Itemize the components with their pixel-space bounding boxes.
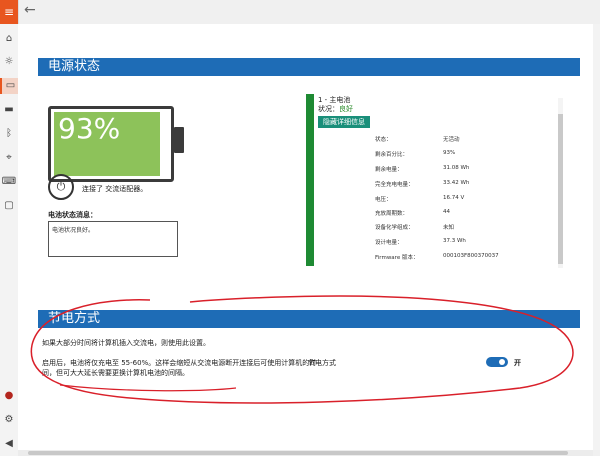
condition-value: 良好 [339, 105, 353, 113]
detail-key: 充放周期数： [375, 211, 409, 217]
main-content: 电源状态 93% ⏻ 连接了 交流适配器。 电池状态消息： 电池状况良好。 1 … [18, 24, 593, 450]
user-icon[interactable]: ● [1, 388, 17, 404]
feedback-icon[interactable]: ◀ [1, 436, 17, 452]
power-saving-label: 节电方式 [308, 359, 336, 367]
detail-row: 剩余电量： 31.08 Wh [375, 165, 565, 175]
detail-value: 33.42 Wh [443, 180, 470, 186]
toggle-knob [499, 359, 505, 365]
page-scrollbar[interactable] [593, 24, 600, 450]
hamburger-menu-icon[interactable]: ≡ [0, 0, 18, 24]
detail-key: 设计电量： [375, 240, 403, 246]
detail-key: 剩余电量： [375, 167, 403, 173]
home-icon[interactable]: ⌂ [1, 31, 17, 47]
title-bar: ← [18, 0, 600, 24]
power-saving-toggle[interactable] [486, 357, 508, 367]
detail-value: 16.74 V [443, 195, 465, 201]
hide-details-button[interactable]: 隐藏详细信息 [318, 116, 370, 128]
power-saving-description: 启用后，电池将仅充电至 55-60%。这样会缩短从交流电源断开连接后可使用计算机… [42, 359, 317, 377]
detail-row: 电压： 16.74 V [375, 195, 565, 205]
battery-percent: 93% [58, 112, 121, 145]
ac-plug-icon: ⏻ [48, 174, 74, 200]
back-arrow-icon[interactable]: ← [24, 2, 36, 18]
detail-key: 状态： [375, 137, 392, 143]
battery-tip [174, 127, 184, 153]
detail-key: Firmware 版本： [375, 255, 419, 261]
horizontal-scroll-thumb[interactable] [28, 451, 568, 455]
keyboard-icon[interactable]: ⌨ [1, 174, 17, 190]
power-saving-header: 节电方式 [38, 310, 580, 328]
details-scrollbar[interactable] [558, 98, 563, 268]
bluetooth-icon[interactable]: ᛒ [1, 126, 17, 142]
lightbulb-icon[interactable]: ☼ [1, 54, 17, 70]
battery-condition: 状况：良好 [318, 104, 353, 114]
detail-row: 状态： 无活动 [375, 135, 565, 145]
detail-row: 剩余百分比： 93% [375, 150, 565, 160]
detail-key: 电压： [375, 197, 392, 203]
power-saving-hint: 如果大部分时间将计算机插入交流电，则使用此设置。 [42, 339, 210, 347]
horizontal-scrollbar[interactable] [18, 450, 593, 456]
detail-key: 剩余百分比： [375, 152, 409, 158]
detail-row: 完全充电电量： 33.42 Wh [375, 180, 565, 190]
settings-icon[interactable]: ⚙ [1, 412, 17, 428]
status-message-box: 电池状况良好。 [48, 221, 178, 257]
battery-indicator-bar [306, 94, 314, 266]
detail-value: 93% [443, 150, 456, 156]
detail-key: 设备化学组成： [375, 225, 414, 231]
detail-value: 000103F800370037 [443, 253, 499, 259]
sidebar: ≡ ⌂ ☼ ▭ ▬ ᛒ ⌖ ⌨ ▢ ● ⚙ ◀ [0, 0, 19, 456]
detail-value: 31.08 Wh [443, 165, 470, 171]
detail-row: 充放周期数： 44 [375, 209, 565, 219]
details-scroll-thumb[interactable] [558, 114, 563, 264]
adapter-status-text: 连接了 交流适配器。 [82, 185, 148, 193]
display-icon[interactable]: ▬ [1, 102, 17, 118]
detail-row: 设备化学组成： 未知 [375, 223, 565, 233]
detail-value: 无活动 [443, 137, 460, 143]
monitor-icon[interactable]: ▢ [1, 198, 17, 214]
condition-label: 状况： [318, 105, 339, 113]
battery-icon[interactable]: ▭ [0, 78, 19, 94]
mouse-icon[interactable]: ⌖ [1, 150, 17, 166]
detail-value: 未知 [443, 225, 455, 231]
detail-row: 设计电量： 37.3 Wh [375, 238, 565, 248]
detail-value: 37.3 Wh [443, 238, 466, 244]
power-status-header: 电源状态 [38, 58, 580, 76]
toggle-state-label: 开 [514, 359, 521, 367]
detail-key: 完全充电电量： [375, 182, 414, 188]
status-message-label: 电池状态消息： [48, 211, 97, 219]
detail-value: 44 [443, 209, 450, 215]
detail-row: Firmware 版本： 000103F800370037 [375, 253, 565, 263]
